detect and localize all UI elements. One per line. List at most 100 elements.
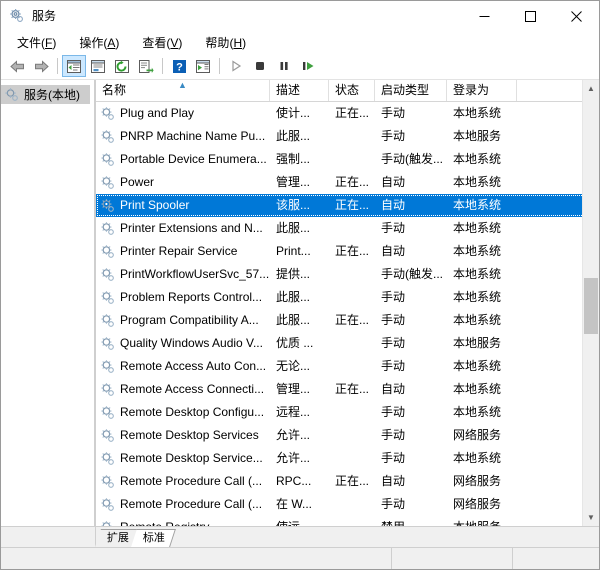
table-row[interactable]: Printer Repair ServicePrint...正在...自动本地系… xyxy=(96,240,599,263)
cell-log-on-as: 本地服务 xyxy=(447,125,517,148)
table-row[interactable]: PrintWorkflowUserSvc_57...提供...手动(触发...本… xyxy=(96,263,599,286)
show-hide-tree-button[interactable] xyxy=(62,55,86,77)
column-header-startup-type[interactable]: 启动类型 xyxy=(375,80,447,101)
table-row[interactable]: Print Spooler该服...正在...自动本地系统 xyxy=(96,194,599,217)
sidebar-item-label: 服务(本地) xyxy=(24,86,80,103)
scroll-down-button[interactable]: ▼ xyxy=(583,509,599,526)
console-tree-icon xyxy=(66,59,82,74)
column-header-status[interactable]: 状态 xyxy=(329,80,375,101)
service-name-label: Remote Desktop Configu... xyxy=(120,401,264,424)
back-button[interactable] xyxy=(5,55,29,77)
cell-service-name: Printer Repair Service xyxy=(96,240,270,263)
cell-log-on-as: 本地系统 xyxy=(447,401,517,424)
minimize-button[interactable] xyxy=(461,1,507,31)
cell-log-on-as: 本地系统 xyxy=(447,447,517,470)
cell-description: 无论... xyxy=(270,355,329,378)
service-gear-icon xyxy=(100,313,116,329)
forward-button[interactable] xyxy=(29,55,53,77)
service-gear-icon xyxy=(100,405,116,421)
cell-log-on-as: 本地系统 xyxy=(447,378,517,401)
column-header-name[interactable]: 名称 ▲ xyxy=(96,80,270,101)
main-content: 服务(本地) 名称 ▲ 描述 状态 启动类型 登录为 xyxy=(1,80,599,526)
cell-log-on-as: 本地系统 xyxy=(447,355,517,378)
close-button[interactable] xyxy=(553,1,599,31)
cell-log-on-as: 本地系统 xyxy=(447,309,517,332)
title-bar: 服务 xyxy=(1,1,599,31)
export-list-button[interactable] xyxy=(134,55,158,77)
help-button[interactable]: ? xyxy=(167,55,191,77)
vertical-scrollbar[interactable]: ▲ ▼ xyxy=(582,80,599,526)
window-title: 服务 xyxy=(32,10,56,22)
cell-description: 远程... xyxy=(270,401,329,424)
pause-service-button[interactable] xyxy=(272,55,296,77)
sidebar-item-services-local[interactable]: 服务(本地) xyxy=(1,85,90,104)
table-row[interactable]: Remote Desktop Services允许...手动网络服务 xyxy=(96,424,599,447)
cell-startup-type: 自动 xyxy=(375,194,447,217)
service-name-label: Program Compatibility A... xyxy=(120,309,259,332)
table-row[interactable]: Problem Reports Control...此服...手动本地系统 xyxy=(96,286,599,309)
table-row[interactable]: Remote Procedure Call (...RPC...正在...自动网… xyxy=(96,470,599,493)
table-row[interactable]: Remote Desktop Configu...远程...手动本地系统 xyxy=(96,401,599,424)
service-gear-icon xyxy=(100,497,116,513)
service-gear-icon xyxy=(100,129,116,145)
cell-service-name: Remote Procedure Call (... xyxy=(96,470,270,493)
table-row[interactable]: Plug and Play使计...正在...手动本地系统 xyxy=(96,102,599,125)
table-row[interactable]: Remote Access Connecti...管理...正在...自动本地系… xyxy=(96,378,599,401)
cell-status: 正在... xyxy=(329,309,375,332)
menu-action[interactable]: 操作(A) xyxy=(71,32,128,53)
scroll-up-button[interactable]: ▲ xyxy=(583,80,599,97)
services-gear-icon xyxy=(4,87,20,103)
arrow-left-icon xyxy=(9,59,26,74)
cell-service-name: Remote Desktop Services xyxy=(96,424,270,447)
service-gear-icon xyxy=(100,474,116,490)
stop-service-button[interactable] xyxy=(248,55,272,77)
show-action-pane-button[interactable] xyxy=(191,55,215,77)
restart-service-button[interactable] xyxy=(296,55,320,77)
table-row[interactable]: Power管理...正在...自动本地系统 xyxy=(96,171,599,194)
column-header-log-on-as[interactable]: 登录为 xyxy=(447,80,517,101)
svg-text:?: ? xyxy=(176,61,183,73)
tab-standard[interactable]: 标准 xyxy=(131,529,176,547)
menu-file-label: 文件 xyxy=(17,36,41,50)
service-gear-icon xyxy=(100,198,116,214)
column-header-description[interactable]: 描述 xyxy=(270,80,329,101)
menu-view[interactable]: 查看(V) xyxy=(134,32,191,53)
table-row[interactable]: Remote Procedure Call (...在 W...手动网络服务 xyxy=(96,493,599,516)
service-name-label: Remote Desktop Service... xyxy=(120,447,263,470)
cell-service-name: Remote Desktop Configu... xyxy=(96,401,270,424)
start-service-button[interactable] xyxy=(224,55,248,77)
service-gear-icon xyxy=(100,451,116,467)
cell-startup-type: 手动 xyxy=(375,286,447,309)
cell-log-on-as: 本地系统 xyxy=(447,148,517,171)
table-row[interactable]: Remote Desktop Service...允许...手动本地系统 xyxy=(96,447,599,470)
menu-bar: 文件(F) 操作(A) 查看(V) 帮助(H) xyxy=(1,31,599,53)
cell-description: 使计... xyxy=(270,102,329,125)
cell-startup-type: 手动 xyxy=(375,125,447,148)
scrollbar-track[interactable] xyxy=(583,97,599,509)
maximize-button[interactable] xyxy=(507,1,553,31)
cell-log-on-as: 本地系统 xyxy=(447,217,517,240)
table-row[interactable]: Remote Access Auto Con...无论...手动本地系统 xyxy=(96,355,599,378)
menu-help[interactable]: 帮助(H) xyxy=(197,32,255,53)
services-gear-icon xyxy=(9,8,25,24)
table-row[interactable]: Program Compatibility A...此服...正在...手动本地… xyxy=(96,309,599,332)
table-row[interactable]: PNRP Machine Name Pu...此服...手动本地服务 xyxy=(96,125,599,148)
cell-startup-type: 手动 xyxy=(375,424,447,447)
service-gear-icon xyxy=(100,175,116,191)
scrollbar-thumb[interactable] xyxy=(584,278,598,334)
table-row[interactable]: Quality Windows Audio V...优质 ...手动本地服务 xyxy=(96,332,599,355)
cell-description: 该服... xyxy=(270,194,329,217)
menu-file[interactable]: 文件(F) xyxy=(9,32,65,53)
cell-description: 允许... xyxy=(270,424,329,447)
table-row[interactable]: Portable Device Enumera...强制...手动(触发...本… xyxy=(96,148,599,171)
refresh-button[interactable] xyxy=(110,55,134,77)
table-row[interactable]: Remote Registry使远...禁用本地服务 xyxy=(96,516,599,526)
table-row[interactable]: Printer Extensions and N...此服...手动本地系统 xyxy=(96,217,599,240)
services-list-rows[interactable]: Plug and Play使计...正在...手动本地系统 PNRP Machi… xyxy=(96,102,599,526)
service-name-label: Remote Procedure Call (... xyxy=(120,470,262,493)
service-name-label: Quality Windows Audio V... xyxy=(120,332,263,355)
cell-log-on-as: 本地系统 xyxy=(447,240,517,263)
properties-button[interactable] xyxy=(86,55,110,77)
arrow-right-icon xyxy=(33,59,50,74)
menu-action-accel: A xyxy=(107,36,115,50)
